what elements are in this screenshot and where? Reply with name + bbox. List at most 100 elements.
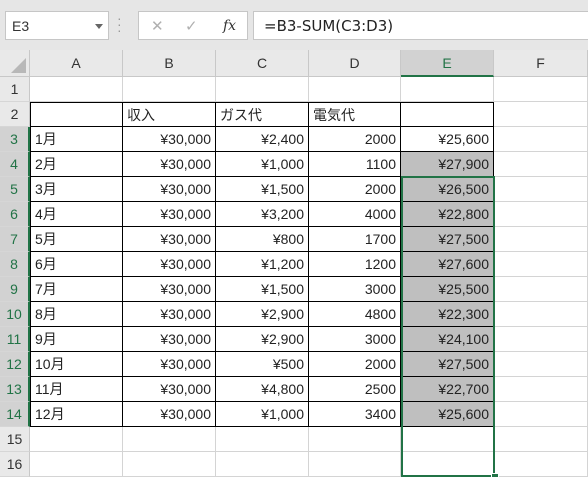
cell-d1[interactable] [309,77,401,102]
cell-a3[interactable]: 1月 [30,127,123,152]
cell-e15[interactable] [401,427,494,452]
cell-a10[interactable]: 8月 [30,302,123,327]
cell-b4[interactable]: ¥30,000 [123,152,216,177]
name-box[interactable]: E3 [5,11,109,40]
cell-c4[interactable]: ¥1,000 [216,152,309,177]
enter-icon[interactable]: ✓ [185,17,198,35]
cell-e2[interactable] [401,102,494,127]
cell-a1[interactable] [30,77,123,102]
cell-d7[interactable]: 1700 [309,227,401,252]
row-header-3[interactable]: 3 [0,127,30,152]
column-header-f[interactable]: F [494,50,588,77]
cell-f10[interactable] [494,302,588,327]
cell-b16[interactable] [123,452,216,477]
cell-e7[interactable]: ¥27,500 [401,227,494,252]
cell-f9[interactable] [494,277,588,302]
cell-e16[interactable] [401,452,494,477]
row-header-9[interactable]: 9 [0,277,30,302]
cell-f8[interactable] [494,252,588,277]
cell-e9[interactable]: ¥25,500 [401,277,494,302]
cell-f11[interactable] [494,327,588,352]
column-header-c[interactable]: C [216,50,309,77]
cell-a12[interactable]: 10月 [30,352,123,377]
cell-c9[interactable]: ¥1,500 [216,277,309,302]
cell-e5[interactable]: ¥26,500 [401,177,494,202]
cell-e6[interactable]: ¥22,800 [401,202,494,227]
cell-f7[interactable] [494,227,588,252]
cell-f1[interactable] [494,77,588,102]
row-header-7[interactable]: 7 [0,227,30,252]
cell-f6[interactable] [494,202,588,227]
row-header-10[interactable]: 10 [0,302,30,327]
cell-b8[interactable]: ¥30,000 [123,252,216,277]
cell-e14[interactable]: ¥25,600 [401,402,494,427]
cell-c3[interactable]: ¥2,400 [216,127,309,152]
cancel-icon[interactable]: ✕ [151,17,164,35]
cell-c16[interactable] [216,452,309,477]
cell-c15[interactable] [216,427,309,452]
cell-a13[interactable]: 11月 [30,377,123,402]
cell-a16[interactable] [30,452,123,477]
cell-c5[interactable]: ¥1,500 [216,177,309,202]
cell-b6[interactable]: ¥30,000 [123,202,216,227]
row-header-1[interactable]: 1 [0,77,30,102]
cell-f13[interactable] [494,377,588,402]
cell-f12[interactable] [494,352,588,377]
cell-e13[interactable]: ¥22,700 [401,377,494,402]
row-header-6[interactable]: 6 [0,202,30,227]
column-header-e[interactable]: E [401,50,494,77]
cell-f4[interactable] [494,152,588,177]
cell-c13[interactable]: ¥4,800 [216,377,309,402]
row-header-13[interactable]: 13 [0,377,30,402]
row-header-2[interactable]: 2 [0,102,30,127]
cell-a6[interactable]: 4月 [30,202,123,227]
cell-a8[interactable]: 6月 [30,252,123,277]
drag-handle-icon[interactable]: · · · [117,11,122,37]
cell-c11[interactable]: ¥2,900 [216,327,309,352]
select-all-corner[interactable] [0,50,30,77]
cell-a11[interactable]: 9月 [30,327,123,352]
cell-c7[interactable]: ¥800 [216,227,309,252]
cell-b2[interactable]: 収入 [123,102,216,127]
column-header-b[interactable]: B [123,50,216,77]
row-header-5[interactable]: 5 [0,177,30,202]
cell-f15[interactable] [494,427,588,452]
cell-b7[interactable]: ¥30,000 [123,227,216,252]
cell-a14[interactable]: 12月 [30,402,123,427]
cell-b3[interactable]: ¥30,000 [123,127,216,152]
cell-d14[interactable]: 3400 [309,402,401,427]
insert-function-icon[interactable]: fx [223,18,236,34]
cell-c12[interactable]: ¥500 [216,352,309,377]
cell-a9[interactable]: 7月 [30,277,123,302]
worksheet-grid[interactable]: ABCDEF 1 2 3 4 5 6 7 8 9 10 11 12 13 14 15 16 収入 ガス代 電気代 1… [0,50,588,477]
cell-f3[interactable] [494,127,588,152]
cell-d9[interactable]: 3000 [309,277,401,302]
cell-d13[interactable]: 2500 [309,377,401,402]
cell-a15[interactable] [30,427,123,452]
column-header-d[interactable]: D [309,50,401,77]
cell-f5[interactable] [494,177,588,202]
cell-a2[interactable] [30,102,123,127]
cell-d11[interactable]: 3000 [309,327,401,352]
cell-b11[interactable]: ¥30,000 [123,327,216,352]
cell-e8[interactable]: ¥27,600 [401,252,494,277]
cell-c10[interactable]: ¥2,900 [216,302,309,327]
row-header-15[interactable]: 15 [0,427,30,452]
cell-e11[interactable]: ¥24,100 [401,327,494,352]
cell-f2[interactable] [494,102,588,127]
cell-b13[interactable]: ¥30,000 [123,377,216,402]
row-header-12[interactable]: 12 [0,352,30,377]
row-header-14[interactable]: 14 [0,402,30,427]
row-header-8[interactable]: 8 [0,252,30,277]
cell-c8[interactable]: ¥1,200 [216,252,309,277]
cell-d3[interactable]: 2000 [309,127,401,152]
cell-b5[interactable]: ¥30,000 [123,177,216,202]
cell-c1[interactable] [216,77,309,102]
cell-a7[interactable]: 5月 [30,227,123,252]
row-header-11[interactable]: 11 [0,327,30,352]
row-header-4[interactable]: 4 [0,152,30,177]
cell-c6[interactable]: ¥3,200 [216,202,309,227]
cell-d4[interactable]: 1100 [309,152,401,177]
cell-a4[interactable]: 2月 [30,152,123,177]
cell-d16[interactable] [309,452,401,477]
